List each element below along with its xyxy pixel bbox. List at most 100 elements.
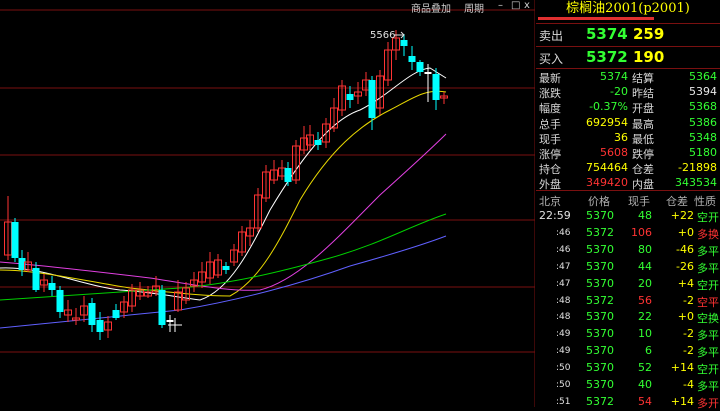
tick-volume: 80 (638, 242, 652, 256)
tick-volume: 40 (638, 378, 652, 391)
stat-value: -21898 (678, 161, 717, 175)
tick-volume: 56 (638, 293, 652, 307)
tick-nature: 多平 (697, 346, 719, 360)
tick-price: 5370 (586, 242, 614, 256)
tick-nature: 多开 (697, 396, 719, 410)
candle-body (408, 56, 416, 62)
tick-volume: 106 (631, 225, 652, 239)
buy-label: 买入 (539, 52, 564, 66)
tick-nature: 多平 (697, 380, 719, 393)
buy-row[interactable]: 买入 5372 190 (536, 46, 720, 68)
moving-average-line (0, 67, 447, 301)
tick-volume: 6 (645, 344, 652, 358)
quote-panel: 棕榈油2001(p2001) 卖出 5374 259 买入 5372 190 最… (536, 0, 720, 410)
tick-price: 5370 (586, 259, 614, 273)
moving-average-line (0, 90, 447, 297)
tick-row[interactable]: :48 5372 56 -2 空平 (536, 292, 720, 310)
divider (536, 190, 720, 191)
candle-body (32, 268, 40, 290)
tick-change: +14 (670, 361, 694, 375)
tick-row[interactable]: :48 5370 22 +0 空换 (536, 308, 720, 326)
tick-change: -2 (683, 344, 694, 358)
stat-value: 36 (614, 130, 628, 144)
tick-volume: 48 (638, 209, 652, 222)
tick-change: +0 (677, 225, 694, 239)
tick-time: :46 (556, 227, 571, 238)
tick-row[interactable]: :46 5372 106 +0 多换 (536, 224, 720, 242)
tick-change: +4 (677, 276, 694, 290)
stat-row: 涨跌 -20 昨结 5394 (536, 84, 720, 100)
stat-value: -0.37% (589, 100, 628, 114)
stat-value: 5364 (689, 70, 717, 83)
kline-chart[interactable]: 5566 商品叠加 周期 – □ x (0, 0, 535, 407)
kline-canvas[interactable]: 5566 (0, 0, 535, 407)
tick-row[interactable]: :47 5370 20 +4 空开 (536, 275, 720, 293)
stat-value: 5608 (600, 146, 628, 159)
tick-time: :49 (556, 329, 571, 340)
candle-body (88, 303, 96, 325)
tick-price: 5372 (586, 293, 614, 307)
stat-row: 现手 36 最低 5348 (536, 130, 720, 146)
sell-row[interactable]: 卖出 5374 259 (536, 23, 720, 45)
stat-value: 5374 (600, 70, 628, 83)
tick-time: :48 (556, 295, 571, 306)
tick-volume: 10 (638, 327, 652, 341)
minimize-button[interactable]: – (498, 0, 503, 11)
tick-nature: 空开 (697, 211, 719, 224)
stat-value: 349420 (586, 176, 628, 190)
tick-price: 5370 (586, 378, 614, 391)
stat-value: 5348 (689, 130, 717, 144)
tick-time: :48 (556, 312, 571, 323)
tick-row[interactable]: :47 5370 44 -26 多平 (536, 258, 720, 276)
tick-row[interactable]: :49 5370 6 -2 多平 (536, 342, 720, 360)
tick-row[interactable]: :51 5372 54 +14 多开 (536, 393, 720, 411)
tick-change: -46 (676, 242, 694, 256)
tick-price: 5372 (586, 394, 614, 408)
tick-row[interactable]: :50 5370 40 -4 多平 (536, 376, 720, 394)
tick-change: -26 (676, 259, 694, 273)
tick-volume: 52 (638, 361, 652, 375)
stat-value: 5386 (689, 115, 717, 129)
high-marker-label: 5566 (370, 30, 395, 41)
tick-change: +14 (670, 394, 694, 408)
tick-volume: 54 (638, 394, 652, 408)
goods-overlay-link[interactable]: 商品叠加 (411, 0, 451, 15)
tick-nature: 空开 (697, 278, 719, 292)
tick-time: :46 (556, 244, 571, 255)
restore-button[interactable]: □ (511, 0, 520, 11)
contract-title[interactable]: 棕榈油2001(p2001) (536, 0, 720, 17)
stat-row: 外盘 349420 内盘 343534 (536, 175, 720, 191)
candle-body (11, 222, 19, 258)
tick-change: +22 (670, 209, 694, 222)
stat-row: 幅度 -0.37% 开盘 5368 (536, 99, 720, 115)
tick-nature: 空换 (697, 312, 719, 326)
candle-body (416, 62, 424, 72)
tick-row[interactable]: :49 5370 10 -2 多平 (536, 325, 720, 343)
tick-row[interactable]: 22:59 5370 48 +22 空开 (536, 207, 720, 225)
tick-price: 5370 (586, 361, 614, 375)
tick-price: 5370 (586, 209, 614, 222)
tick-nature: 空平 (697, 295, 719, 309)
tick-volume: 20 (638, 276, 652, 290)
close-button[interactable]: x (524, 0, 530, 11)
tick-price: 5370 (586, 327, 614, 341)
tick-volume: 44 (638, 259, 652, 273)
tick-row[interactable]: :46 5370 80 -46 多平 (536, 241, 720, 259)
candle-body (424, 72, 432, 74)
sell-volume: 259 (633, 25, 665, 43)
candle-body (166, 320, 174, 322)
stat-value: 343534 (675, 176, 717, 190)
period-link[interactable]: 周期 (464, 0, 484, 15)
stat-row: 持仓 754464 仓差 -21898 (536, 160, 720, 176)
candle-body (56, 290, 64, 312)
stat-value: -20 (610, 85, 628, 99)
stat-value: 5180 (689, 146, 717, 159)
tick-change: +0 (677, 310, 694, 324)
tick-price: 5370 (586, 310, 614, 324)
tick-nature: 多换 (697, 227, 719, 241)
candle-body (158, 290, 166, 325)
tick-row[interactable]: :50 5370 52 +14 空开 (536, 359, 720, 377)
candle-body (96, 320, 104, 332)
tick-time: 22:59 (539, 209, 571, 222)
tick-price: 5372 (586, 225, 614, 239)
